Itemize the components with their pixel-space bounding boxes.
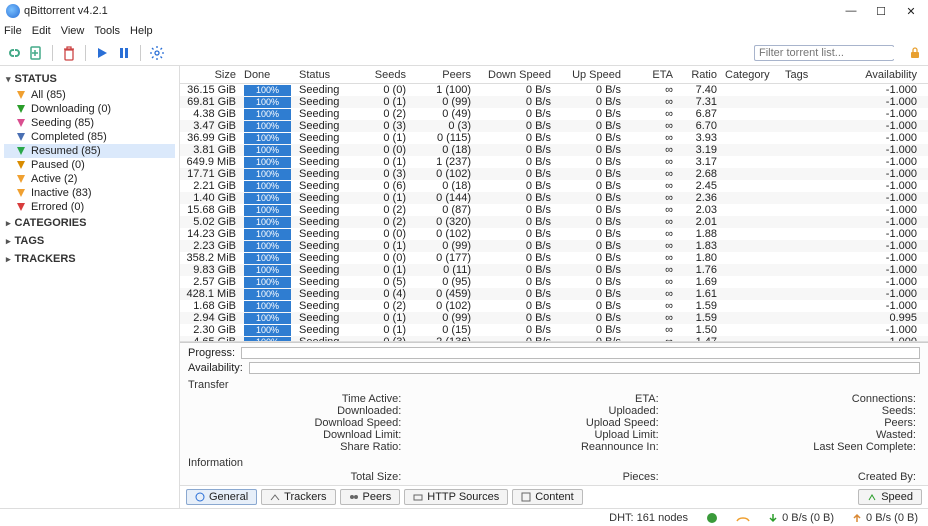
- delete-icon[interactable]: [61, 45, 77, 61]
- table-row[interactable]: 3.47 GiB100%Seeding0 (3)0 (3)0 B/s0 B/s∞…: [180, 120, 928, 132]
- table-row[interactable]: 4.38 GiB100%Seeding0 (2)0 (49)0 B/s0 B/s…: [180, 108, 928, 120]
- sidebar-item[interactable]: Completed (85): [4, 130, 175, 144]
- close-button[interactable]: ✕: [904, 5, 918, 18]
- sidebar: ▾STATUS All (85)Downloading (0)Seeding (…: [0, 66, 180, 508]
- settings-icon[interactable]: [149, 45, 165, 61]
- table-row[interactable]: 2.23 GiB100%Seeding0 (1)0 (99)0 B/s0 B/s…: [180, 240, 928, 252]
- down-speed-status[interactable]: 0 B/s (0 B): [768, 512, 834, 524]
- menu-view[interactable]: View: [61, 25, 85, 37]
- table-row[interactable]: 2.30 GiB100%Seeding0 (1)0 (15)0 B/s0 B/s…: [180, 324, 928, 336]
- sidebar-item[interactable]: All (85): [4, 88, 175, 102]
- sidebar-item[interactable]: Active (2): [4, 172, 175, 186]
- table-row[interactable]: 36.99 GiB100%Seeding0 (1)0 (115)0 B/s0 B…: [180, 132, 928, 144]
- resume-icon[interactable]: [94, 45, 110, 61]
- sidebar-item[interactable]: Resumed (85): [4, 144, 175, 158]
- table-row[interactable]: 1.40 GiB100%Seeding0 (1)0 (144)0 B/s0 B/…: [180, 192, 928, 204]
- tab-http-sources[interactable]: HTTP Sources: [404, 489, 508, 505]
- app-icon: [6, 4, 20, 18]
- menu-file[interactable]: File: [4, 25, 22, 37]
- sidebar-item[interactable]: Seeding (85): [4, 116, 175, 130]
- availability-bar: [249, 362, 920, 374]
- search-input[interactable]: [759, 47, 901, 59]
- maximize-button[interactable]: ☐: [874, 5, 888, 18]
- lock-icon[interactable]: [908, 46, 922, 60]
- titlebar: qBittorrent v4.2.1 — ☐ ✕: [0, 0, 928, 22]
- sidebar-item[interactable]: Inactive (83): [4, 186, 175, 200]
- table-row[interactable]: 14.23 GiB100%Seeding0 (0)0 (102)0 B/s0 B…: [180, 228, 928, 240]
- progress-bar: [241, 347, 920, 359]
- table-row[interactable]: 9.83 GiB100%Seeding0 (1)0 (11)0 B/s0 B/s…: [180, 264, 928, 276]
- table-row[interactable]: 2.57 GiB100%Seeding0 (5)0 (95)0 B/s0 B/s…: [180, 276, 928, 288]
- menu-edit[interactable]: Edit: [32, 25, 51, 37]
- table-row[interactable]: 3.81 GiB100%Seeding0 (0)0 (18)0 B/s0 B/s…: [180, 144, 928, 156]
- sidebar-tags-header[interactable]: ▸TAGS: [4, 232, 175, 250]
- sidebar-item[interactable]: Errored (0): [4, 200, 175, 214]
- pause-icon[interactable]: [116, 45, 132, 61]
- statusbar: DHT: 161 nodes 0 B/s (0 B) 0 B/s (0 B): [0, 508, 928, 526]
- table-row[interactable]: 428.1 MiB100%Seeding0 (4)0 (459)0 B/s0 B…: [180, 288, 928, 300]
- search-box[interactable]: [754, 45, 894, 61]
- table-row[interactable]: 15.68 GiB100%Seeding0 (2)0 (87)0 B/s0 B/…: [180, 204, 928, 216]
- tab-peers[interactable]: Peers: [340, 489, 401, 505]
- table-row[interactable]: 69.81 GiB100%Seeding0 (1)0 (99)0 B/s0 B/…: [180, 96, 928, 108]
- dht-status[interactable]: DHT: 161 nodes: [609, 512, 688, 524]
- sidebar-status-header[interactable]: ▾STATUS: [4, 70, 175, 88]
- tab-general[interactable]: General: [186, 489, 257, 505]
- menu-help[interactable]: Help: [130, 25, 153, 37]
- alt-speed-icon[interactable]: [736, 513, 750, 523]
- toolbar: [0, 40, 928, 66]
- information-section: Information: [188, 455, 920, 469]
- table-row[interactable]: 649.9 MiB100%Seeding0 (1)1 (237)0 B/s0 B…: [180, 156, 928, 168]
- sidebar-trackers-header[interactable]: ▸TRACKERS: [4, 250, 175, 268]
- details-panel: Progress: Availability: Transfer Time Ac…: [180, 342, 928, 485]
- sidebar-item[interactable]: Paused (0): [4, 158, 175, 172]
- add-link-icon[interactable]: [6, 45, 22, 61]
- table-row[interactable]: 36.15 GiB100%Seeding0 (0)1 (100)0 B/s0 B…: [180, 84, 928, 96]
- torrent-table[interactable]: Size Done Status Seeds Peers Down Speed …: [180, 66, 928, 342]
- window-title: qBittorrent v4.2.1: [24, 5, 844, 17]
- up-speed-status[interactable]: 0 B/s (0 B): [852, 512, 918, 524]
- table-row[interactable]: 2.94 GiB100%Seeding0 (1)0 (99)0 B/s0 B/s…: [180, 312, 928, 324]
- sidebar-item[interactable]: Downloading (0): [4, 102, 175, 116]
- availability-label: Availability:: [188, 362, 243, 374]
- table-row[interactable]: 1.68 GiB100%Seeding0 (2)0 (102)0 B/s0 B/…: [180, 300, 928, 312]
- table-row[interactable]: 5.02 GiB100%Seeding0 (2)0 (320)0 B/s0 B/…: [180, 216, 928, 228]
- table-row[interactable]: 2.21 GiB100%Seeding0 (6)0 (18)0 B/s0 B/s…: [180, 180, 928, 192]
- progress-label: Progress:: [188, 347, 235, 359]
- tab-trackers[interactable]: Trackers: [261, 489, 335, 505]
- speed-button[interactable]: Speed: [858, 489, 922, 505]
- details-tabs: General Trackers Peers HTTP Sources Cont…: [180, 485, 928, 508]
- table-row[interactable]: 17.71 GiB100%Seeding0 (3)0 (102)0 B/s0 B…: [180, 168, 928, 180]
- add-file-icon[interactable]: [28, 45, 44, 61]
- table-row[interactable]: 358.2 MiB100%Seeding0 (0)0 (177)0 B/s0 B…: [180, 252, 928, 264]
- tab-content[interactable]: Content: [512, 489, 583, 505]
- table-header[interactable]: Size Done Status Seeds Peers Down Speed …: [180, 66, 928, 84]
- menu-tools[interactable]: Tools: [94, 25, 120, 37]
- minimize-button[interactable]: —: [844, 5, 858, 18]
- transfer-section: Transfer: [188, 377, 920, 391]
- connection-status-icon[interactable]: [706, 512, 718, 524]
- table-row[interactable]: 4.65 GiB100%Seeding0 (3)2 (136)0 B/s0 B/…: [180, 336, 928, 342]
- sidebar-categories-header[interactable]: ▸CATEGORIES: [4, 214, 175, 232]
- menubar: File Edit View Tools Help: [0, 22, 928, 40]
